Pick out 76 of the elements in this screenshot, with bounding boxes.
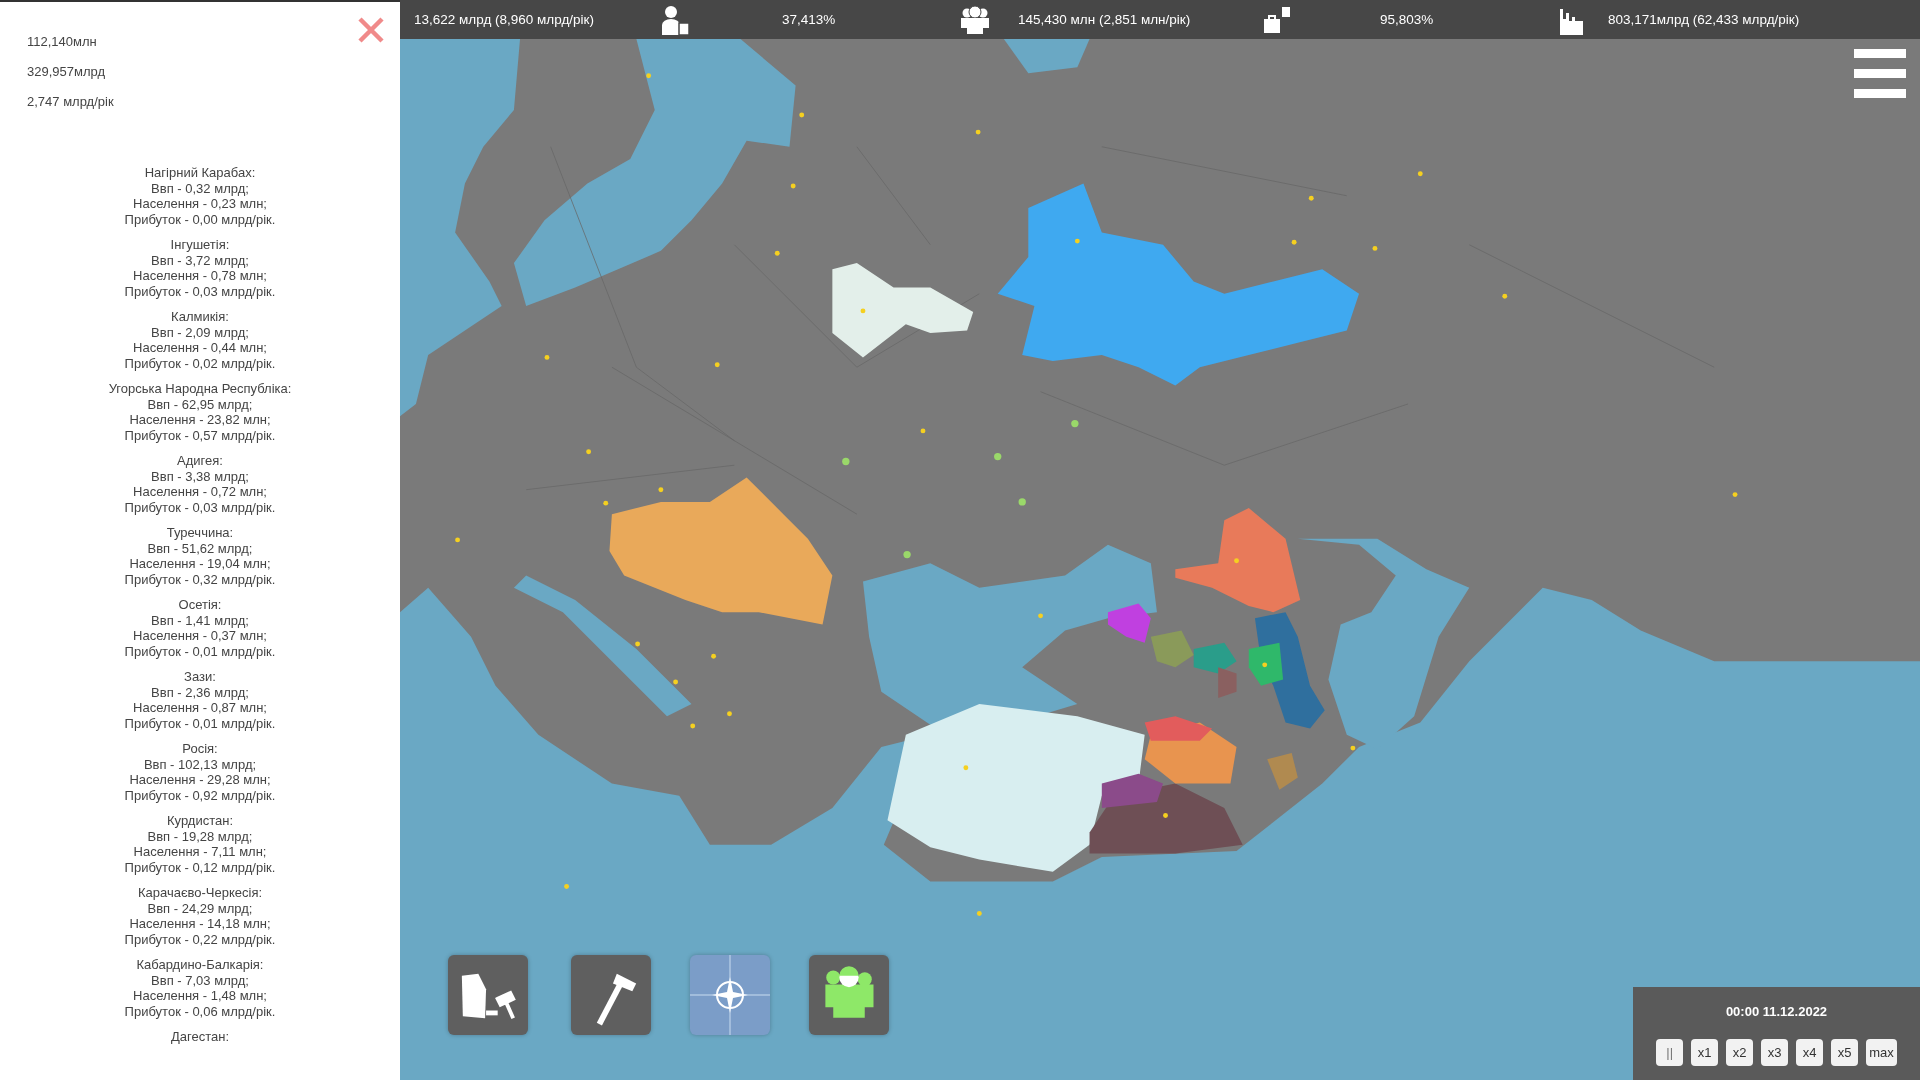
region-stat: Населення - 1,48 млн;	[133, 988, 267, 1004]
region-name: Інгушетія:	[170, 237, 230, 253]
region-name: Угорська Народна Республіка:	[108, 381, 292, 397]
region-name: Курдистан:	[166, 813, 233, 829]
region-stat: Прибуток - 0,32 млрд/рік.	[124, 571, 276, 587]
region-name: Нагірний Карабах:	[144, 165, 256, 181]
total-stat: 112,140млн	[27, 34, 98, 49]
region-name: Осетія:	[178, 597, 222, 613]
region-name: Зази:	[184, 669, 216, 685]
pause-button[interactable]: ||	[1656, 1039, 1684, 1066]
top-stat: 37,413%	[782, 12, 837, 27]
laws-button[interactable]	[448, 955, 528, 1035]
region-stat: Населення - 14,18 млн;	[129, 916, 271, 932]
region-stat: Прибуток - 0,12 млрд/рік.	[124, 859, 276, 875]
region-name: Адигея:	[177, 453, 223, 469]
region-stat: Прибуток - 0,01 млрд/рік.	[124, 715, 276, 731]
game-date: 00:00 11.12.2022	[1725, 1004, 1828, 1019]
region-stat: Прибуток - 0,00 млрд/рік.	[124, 211, 276, 227]
population-button[interactable]	[809, 955, 889, 1035]
top-stat: 95,803%	[1380, 12, 1435, 27]
region-stat: Населення - 0,37 млн;	[133, 628, 267, 644]
region-stat: Прибуток - 0,03 млрд/рік.	[124, 499, 276, 515]
region-stat: Прибуток - 0,03 млрд/рік.	[124, 283, 276, 299]
speed-button[interactable]: x4	[1796, 1039, 1824, 1066]
region-stat: Населення - 0,44 млн;	[133, 340, 267, 356]
menu-icon[interactable]	[1854, 49, 1906, 99]
region-name: Росія:	[182, 741, 218, 757]
region-name: Карачаєво-Черкесія:	[137, 885, 263, 901]
compass-star-icon	[690, 955, 770, 1035]
briefcase-icon	[1262, 4, 1292, 35]
region-stat: Населення - 19,04 млн;	[129, 556, 271, 572]
speed-button[interactable]: x5	[1831, 1039, 1859, 1066]
region-name: Дагестан:	[170, 1029, 230, 1045]
speed-button[interactable]: x3	[1761, 1039, 1789, 1066]
region-stat: Населення - 0,87 млн;	[133, 700, 267, 716]
build-button[interactable]	[571, 955, 651, 1035]
region-stat: Ввп - 2,09 млрд;	[151, 324, 249, 340]
region-stat: Ввп - 51,62 млрд;	[147, 540, 253, 556]
region-stat: Ввп - 62,95 млрд;	[147, 396, 253, 412]
top-stat: 13,622 млрд (8,960 млрд/рік)	[414, 12, 595, 27]
country-regions[interactable]	[609, 183, 1360, 872]
region-stat: Прибуток - 0,06 млрд/рік.	[124, 1003, 276, 1019]
speed-button[interactable]: x1	[1691, 1039, 1719, 1066]
region-stat: Прибуток - 0,57 млрд/рік.	[124, 427, 276, 443]
close-icon[interactable]	[357, 16, 385, 44]
person-briefcase-icon	[660, 4, 690, 35]
region-stat: Ввп - 1,41 млрд;	[151, 612, 249, 628]
region-stat: Населення - 7,11 млн;	[133, 844, 267, 860]
alliance-button[interactable]	[690, 955, 770, 1035]
total-stat: 2,747 млрд/рік	[27, 94, 115, 109]
people-icon	[960, 4, 990, 35]
region-stat: Населення - 23,82 млн;	[129, 412, 271, 428]
region-name: Калмикія:	[171, 309, 229, 325]
region-stat: Ввп - 7,03 млрд;	[151, 972, 249, 988]
region-stat: Ввп - 102,13 млрд;	[143, 756, 257, 772]
top-stat: 803,171млрд (62,433 млрд/рік)	[1608, 12, 1800, 27]
speed-button[interactable]: max	[1866, 1039, 1897, 1066]
top-stat: 145,430 млн (2,851 млн/рік)	[1018, 12, 1192, 27]
region-stat: Ввп - 3,72 млрд;	[151, 252, 249, 268]
region-stat: Прибуток - 0,22 млрд/рік.	[124, 931, 276, 947]
region-stat: Населення - 0,78 млн;	[133, 268, 267, 284]
region-stat: Населення - 0,72 млн;	[133, 484, 267, 500]
region-name: Туреччина:	[166, 525, 234, 541]
region-stat: Прибуток - 0,01 млрд/рік.	[124, 643, 276, 659]
region-stat: Населення - 29,28 млн;	[129, 772, 271, 788]
region-stat: Ввп - 2,36 млрд;	[151, 684, 249, 700]
region-stat: Ввп - 19,28 млрд;	[147, 828, 253, 844]
speed-button[interactable]: x2	[1726, 1039, 1754, 1066]
region-stat: Прибуток - 0,02 млрд/рік.	[124, 355, 276, 371]
region-stat: Ввп - 3,38 млрд;	[151, 468, 249, 484]
region-name: Кабардино-Балкарія:	[136, 957, 264, 973]
region-stat: Населення - 0,23 млн;	[133, 196, 267, 212]
region-stat: Ввп - 0,32 млрд;	[151, 180, 249, 196]
total-stat: 329,957млрд	[27, 64, 107, 79]
region-stat: Ввп - 24,29 млрд;	[147, 900, 253, 916]
region-stat: Прибуток - 0,92 млрд/рік.	[124, 787, 276, 803]
